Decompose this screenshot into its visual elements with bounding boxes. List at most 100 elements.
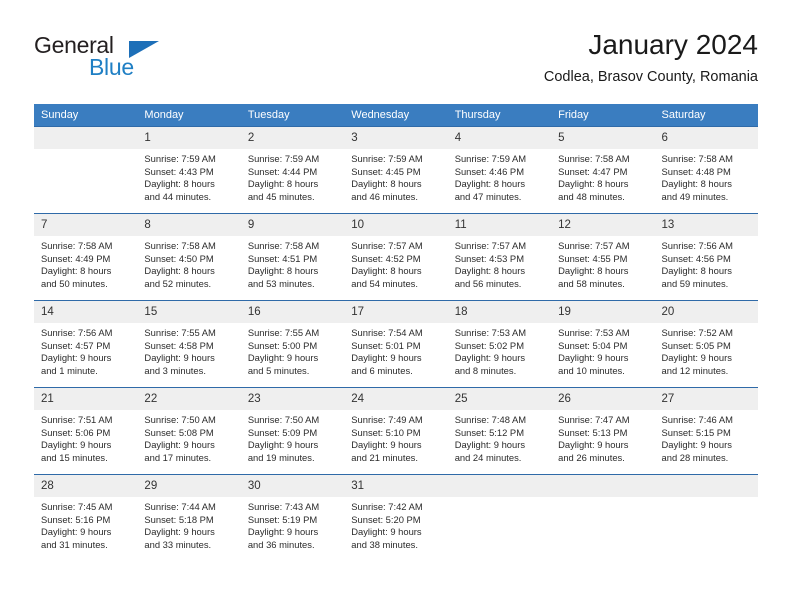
calendar-day-cell[interactable]: 27 Sunrise: 7:46 AM Sunset: 5:15 PM Dayligh… [654, 387, 758, 475]
day-info-line: and 45 minutes. [247, 190, 315, 202]
day-info-line: and 48 minutes. [558, 190, 625, 202]
day-sun-info: Sunrise: 7:58 AM Sunset: 4:49 PM Daylight:… [34, 236, 137, 290]
day-number [551, 475, 655, 497]
logo-text-blue: Blue [89, 54, 134, 80]
calendar-day-cell[interactable]: 11 Sunrise: 7:57 AM Sunset: 4:53 PM Dayligh… [447, 213, 552, 301]
calendar-day-cell[interactable]: 8 Sunrise: 7:58 AM Sunset: 4:50 PM Daylight… [137, 213, 241, 301]
day-info-line: Sunrise: 7:53 AM [454, 327, 527, 338]
day-info-line: Sunset: 5:00 PM [247, 339, 318, 351]
day-info-line: Sunrise: 7:43 AM [247, 501, 320, 512]
day-sun-info: Sunrise: 7:58 AM Sunset: 4:51 PM Daylight:… [241, 236, 344, 290]
day-info-line: Daylight: 9 hours [351, 526, 422, 538]
calendar-day-cell[interactable]: 14 Sunrise: 7:56 AM Sunset: 4:57 PM Dayligh… [34, 300, 138, 388]
calendar-day-cell[interactable]: 6 Sunrise: 7:58 AM Sunset: 4:48 PM Daylight… [654, 126, 758, 214]
day-info-line: and 31 minutes. [41, 538, 108, 550]
day-info-line: and 56 minutes. [454, 277, 522, 289]
day-sun-info: Sunrise: 7:53 AM Sunset: 5:02 PM Daylight:… [448, 323, 551, 377]
day-sun-info: Sunrise: 7:50 AM Sunset: 5:09 PM Daylight:… [241, 410, 344, 464]
day-sun-info: Sunrise: 7:55 AM Sunset: 4:58 PM Daylight:… [137, 323, 240, 377]
calendar-day-cell[interactable]: 31 Sunrise: 7:42 AM Sunset: 5:20 PM Dayligh… [344, 474, 448, 561]
day-info-line: Sunset: 4:52 PM [351, 252, 421, 264]
day-number: 4 [447, 127, 552, 149]
day-info-line: and 15 minutes. [41, 451, 108, 463]
day-info-line: Daylight: 9 hours [247, 439, 319, 451]
day-info-line: Sunrise: 7:51 AM [41, 414, 113, 425]
calendar-header-row: Sunday Monday Tuesday Wednesday Thursday Frid… [34, 104, 758, 127]
day-cell-body: 21 Sunrise: 7:51 AM Sunset: 5:06 PM Dayligh… [34, 388, 138, 474]
day-info-line: Sunrise: 7:54 AM [351, 327, 423, 338]
day-info-line: Sunset: 4:46 PM [454, 165, 524, 177]
day-info-line: Sunset: 4:44 PM [247, 165, 318, 177]
day-info-line: Sunset: 5:12 PM [454, 426, 524, 438]
day-info-line: and 19 minutes. [247, 451, 315, 463]
calendar-day-cell[interactable]: 1 Sunrise: 7:59 AM Sunset: 4:43 PM Daylight… [137, 126, 241, 214]
calendar-day-cell[interactable]: 17 Sunrise: 7:54 AM Sunset: 5:01 PM Dayligh… [344, 300, 448, 388]
calendar-day-cell[interactable]: 18 Sunrise: 7:53 AM Sunset: 5:02 PM Dayligh… [447, 300, 552, 388]
day-cell-body: 1 Sunrise: 7:59 AM Sunset: 4:43 PM Daylight… [137, 127, 241, 213]
day-cell-body [34, 127, 138, 213]
calendar-day-cell[interactable]: 4 Sunrise: 7:59 AM Sunset: 4:46 PM Daylight… [447, 126, 552, 214]
day-cell-body: 14 Sunrise: 7:56 AM Sunset: 4:57 PM Dayligh… [34, 301, 138, 387]
day-sun-info: Sunrise: 7:56 AM Sunset: 4:56 PM Daylight:… [655, 236, 758, 290]
calendar-day-cell[interactable]: 7 Sunrise: 7:58 AM Sunset: 4:49 PM Daylight… [34, 213, 138, 301]
day-number: 28 [34, 475, 138, 497]
day-info-line: Sunset: 5:01 PM [351, 339, 421, 351]
day-number: 15 [137, 301, 241, 323]
day-info-line: Sunset: 5:15 PM [661, 426, 731, 438]
day-sun-info: Sunrise: 7:57 AM Sunset: 4:53 PM Daylight:… [448, 236, 551, 290]
calendar-day-cell[interactable]: 5 Sunrise: 7:58 AM Sunset: 4:47 PM Daylight… [551, 126, 655, 214]
calendar-day-cell[interactable]: 12 Sunrise: 7:57 AM Sunset: 4:55 PM Dayligh… [551, 213, 655, 301]
day-info-line: and 21 minutes. [351, 451, 418, 463]
day-number: 26 [551, 388, 655, 410]
day-sun-info: Sunrise: 7:58 AM Sunset: 4:50 PM Daylight:… [137, 236, 240, 290]
calendar-day-cell[interactable]: 22 Sunrise: 7:50 AM Sunset: 5:08 PM Dayligh… [137, 387, 241, 475]
calendar-day-cell[interactable]: 13 Sunrise: 7:56 AM Sunset: 4:56 PM Dayligh… [654, 213, 758, 301]
day-cell-body: 12 Sunrise: 7:57 AM Sunset: 4:55 PM Dayligh… [551, 214, 655, 300]
day-sun-info: Sunrise: 7:42 AM Sunset: 5:20 PM Daylight:… [344, 497, 447, 551]
day-cell-body: 5 Sunrise: 7:58 AM Sunset: 4:47 PM Daylight… [551, 127, 655, 213]
calendar-day-cell[interactable]: 29 Sunrise: 7:44 AM Sunset: 5:18 PM Dayligh… [137, 474, 241, 561]
calendar-day-cell[interactable]: 30 Sunrise: 7:43 AM Sunset: 5:19 PM Dayligh… [240, 474, 345, 561]
calendar-day-cell[interactable]: 21 Sunrise: 7:51 AM Sunset: 5:06 PM Dayligh… [34, 387, 138, 475]
day-cell-body: 8 Sunrise: 7:58 AM Sunset: 4:50 PM Daylight… [137, 214, 241, 300]
day-number: 6 [654, 127, 758, 149]
day-cell-body: 13 Sunrise: 7:56 AM Sunset: 4:56 PM Dayligh… [654, 214, 758, 300]
day-info-line: Daylight: 9 hours [661, 439, 732, 451]
calendar-day-cell[interactable]: 3 Sunrise: 7:59 AM Sunset: 4:45 PM Daylight… [344, 126, 448, 214]
calendar-day-cell[interactable]: 25 Sunrise: 7:48 AM Sunset: 5:12 PM Dayligh… [447, 387, 552, 475]
day-number: 30 [240, 475, 345, 497]
calendar-day-cell[interactable]: 9 Sunrise: 7:58 AM Sunset: 4:51 PM Daylight… [240, 213, 345, 301]
day-info-line: Daylight: 9 hours [558, 439, 629, 451]
calendar-day-cell[interactable]: 2 Sunrise: 7:59 AM Sunset: 4:44 PM Daylight… [240, 126, 345, 214]
day-sun-info [551, 497, 654, 501]
calendar-day-cell[interactable]: 15 Sunrise: 7:55 AM Sunset: 4:58 PM Dayligh… [137, 300, 241, 388]
day-sun-info: Sunrise: 7:47 AM Sunset: 5:13 PM Daylight:… [551, 410, 654, 464]
day-info-line: Sunrise: 7:59 AM [351, 153, 423, 164]
day-info-line: Daylight: 9 hours [144, 526, 215, 538]
day-cell-body: 30 Sunrise: 7:43 AM Sunset: 5:19 PM Dayligh… [240, 475, 345, 561]
day-cell-body [654, 475, 758, 561]
day-cell-body: 10 Sunrise: 7:57 AM Sunset: 4:52 PM Dayligh… [344, 214, 448, 300]
day-info-line: and 52 minutes. [144, 277, 212, 289]
day-number: 9 [240, 214, 345, 236]
calendar-day-cell[interactable]: 16 Sunrise: 7:55 AM Sunset: 5:00 PM Dayligh… [240, 300, 345, 388]
calendar-day-cell[interactable]: 20 Sunrise: 7:52 AM Sunset: 5:05 PM Dayligh… [654, 300, 758, 388]
day-sun-info: Sunrise: 7:44 AM Sunset: 5:18 PM Daylight:… [137, 497, 240, 551]
day-info-line: Daylight: 8 hours [144, 265, 215, 277]
day-info-line: Sunrise: 7:52 AM [661, 327, 733, 338]
day-info-line: and 47 minutes. [454, 190, 522, 202]
day-info-line: and 17 minutes. [144, 451, 212, 463]
calendar-day-cell[interactable]: 24 Sunrise: 7:49 AM Sunset: 5:10 PM Dayligh… [344, 387, 448, 475]
day-info-line: Daylight: 8 hours [454, 178, 526, 190]
calendar-day-cell[interactable]: 23 Sunrise: 7:50 AM Sunset: 5:09 PM Dayligh… [240, 387, 345, 475]
calendar-day-cell[interactable]: 26 Sunrise: 7:47 AM Sunset: 5:13 PM Dayligh… [551, 387, 655, 475]
day-sun-info: Sunrise: 7:58 AM Sunset: 4:47 PM Daylight:… [551, 149, 654, 203]
day-sun-info: Sunrise: 7:43 AM Sunset: 5:19 PM Daylight:… [241, 497, 344, 551]
day-number: 2 [240, 127, 345, 149]
calendar-day-cell[interactable]: 28 Sunrise: 7:45 AM Sunset: 5:16 PM Dayligh… [34, 474, 138, 561]
weekday-header-saturday: Saturday [654, 104, 758, 127]
day-info-line: and 3 minutes. [144, 364, 206, 376]
calendar-day-cell[interactable]: 19 Sunrise: 7:53 AM Sunset: 5:04 PM Dayligh… [551, 300, 655, 388]
day-info-line: Sunrise: 7:57 AM [454, 240, 527, 251]
calendar-day-cell[interactable]: 10 Sunrise: 7:57 AM Sunset: 4:52 PM Dayligh… [344, 213, 448, 301]
